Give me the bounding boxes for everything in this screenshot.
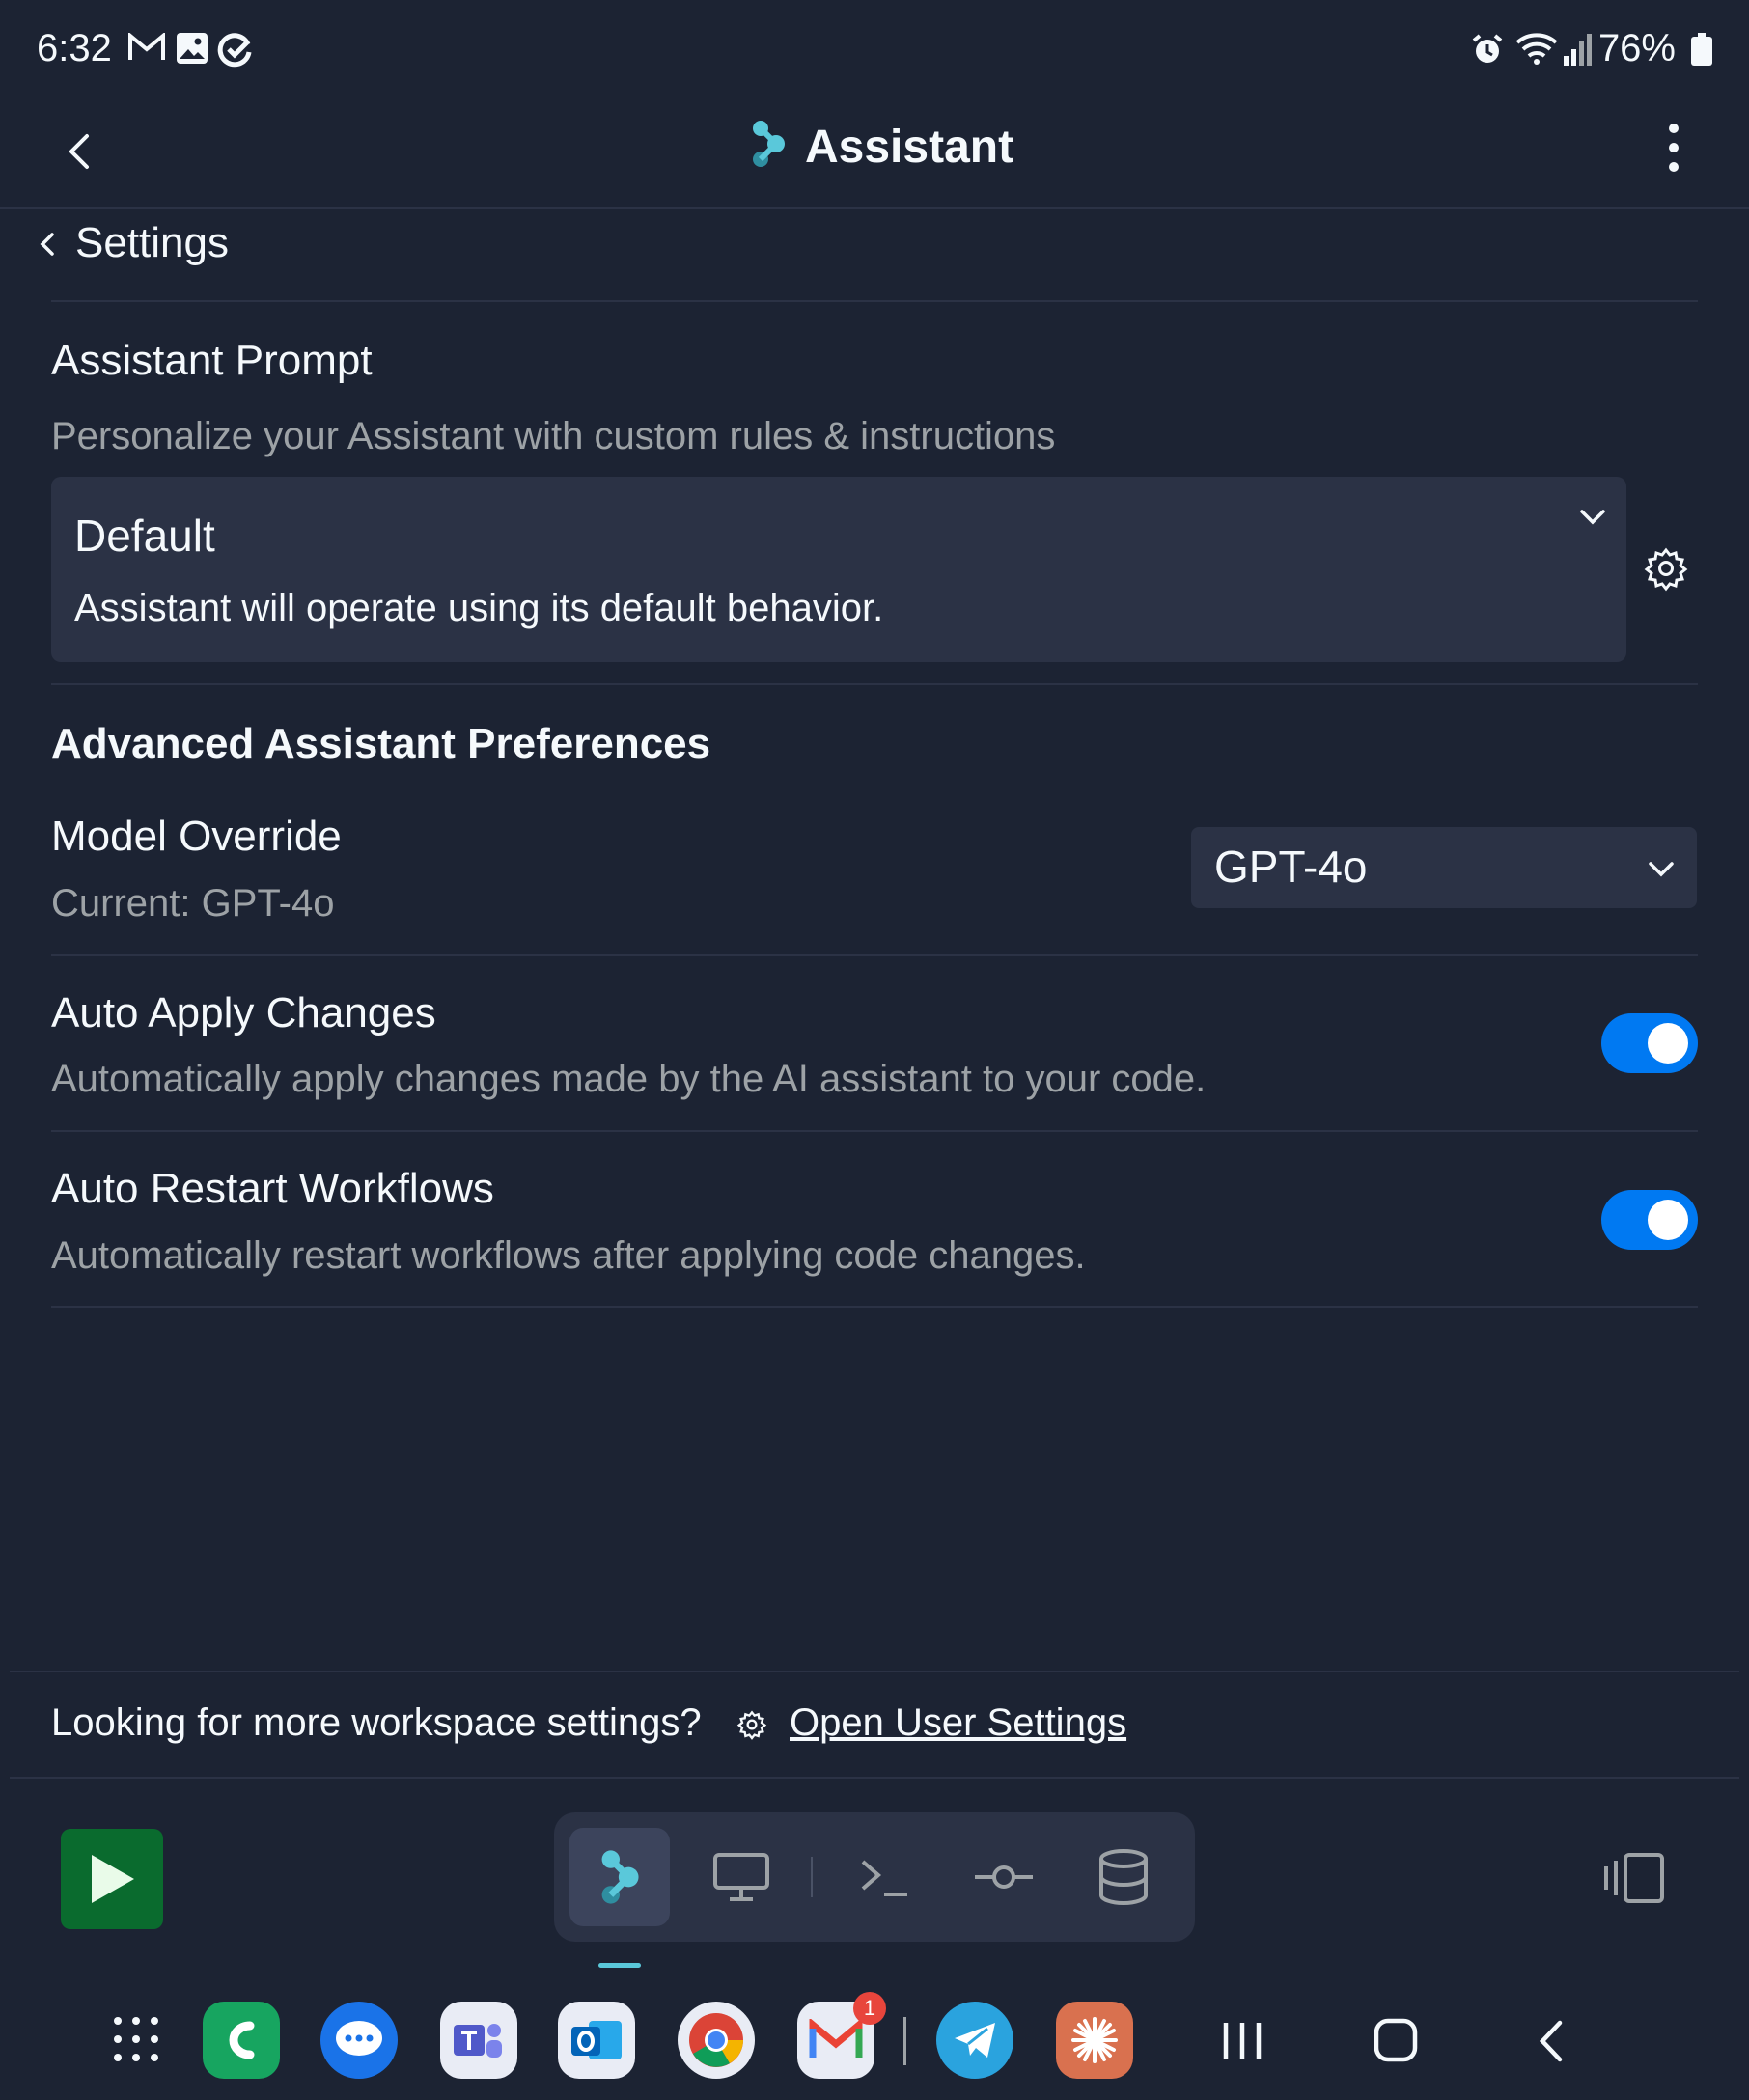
monitor-icon [713, 1853, 769, 1901]
alarm-icon [1471, 33, 1504, 66]
wifi-icon [1515, 33, 1558, 66]
auto-apply-description: Automatically apply changes made by the … [51, 1058, 1207, 1100]
chevron-down-icon [1645, 854, 1678, 883]
toolbar-shell-button[interactable] [834, 1828, 934, 1926]
auto-restart-label: Auto Restart Workflows [51, 1165, 494, 1212]
active-tool-indicator [598, 1963, 641, 1968]
prompt-settings-gear-icon[interactable] [1643, 545, 1689, 592]
dock-separator [903, 2017, 906, 2065]
dock-messages-icon[interactable] [320, 2002, 398, 2079]
prompt-section-title: Assistant Prompt [51, 337, 373, 384]
home-nav-icon[interactable] [1373, 2017, 1419, 2063]
recents-nav-icon[interactable] [1218, 2019, 1266, 2063]
toolbar-webview-button[interactable] [691, 1828, 791, 1926]
workspace-settings-question: Looking for more workspace settings? [51, 1701, 702, 1744]
toggle-knob [1648, 1023, 1688, 1064]
auto-apply-toggle[interactable] [1601, 1013, 1698, 1073]
open-user-settings-link[interactable]: Open User Settings [790, 1701, 1126, 1745]
breadcrumb-back-icon[interactable] [35, 227, 60, 262]
panel-layout-icon[interactable] [1602, 1851, 1666, 1905]
back-nav-icon[interactable] [1533, 2017, 1571, 2065]
status-bar: 6:32 76% [0, 0, 1749, 101]
gmail-notification-icon [127, 33, 166, 62]
advanced-section-title: Advanced Assistant Preferences [51, 720, 711, 767]
auto-restart-toggle[interactable] [1601, 1190, 1698, 1250]
chevron-down-icon [1576, 502, 1609, 531]
gallery-notification-icon [176, 32, 208, 65]
divider [51, 300, 1698, 302]
run-button[interactable] [61, 1829, 163, 1929]
divider [51, 954, 1698, 956]
auto-restart-description: Automatically restart workflows after ap… [51, 1234, 1086, 1277]
gmail-badge: 1 [853, 1992, 886, 2025]
app-drawer-icon[interactable] [112, 2015, 160, 2063]
toolbar-database-button[interactable] [1073, 1828, 1174, 1926]
sync-notification-icon [216, 30, 255, 69]
model-select-value: GPT-4o [1214, 842, 1368, 892]
dock-phone-app-icon[interactable] [203, 2002, 280, 2079]
toolbar-separator [811, 1857, 813, 1897]
dock-outlook-icon[interactable] [558, 2002, 635, 2079]
model-override-current: Current: GPT-4o [51, 882, 335, 925]
model-override-label: Model Override [51, 813, 342, 860]
prompt-selected-description: Assistant will operate using its default… [74, 587, 884, 629]
gear-icon [736, 1709, 767, 1740]
auto-apply-label: Auto Apply Changes [51, 989, 436, 1036]
divider [51, 683, 1698, 685]
terminal-icon [861, 1860, 907, 1896]
signal-icon [1564, 33, 1595, 66]
back-button[interactable] [52, 123, 110, 180]
battery-percent: 76% [1597, 27, 1676, 69]
dock-teams-icon[interactable] [440, 2002, 517, 2079]
battery-icon [1691, 33, 1712, 66]
breadcrumb[interactable]: Settings [75, 219, 229, 267]
assistant-icon [601, 1850, 639, 1904]
divider [51, 1130, 1698, 1132]
dock-telegram-icon[interactable] [936, 2002, 1013, 2079]
toolbar-assistant-button[interactable] [569, 1828, 670, 1926]
divider [51, 1306, 1698, 1308]
database-icon [1099, 1849, 1148, 1905]
workspace-settings-bar: Looking for more workspace settings? Ope… [10, 1671, 1739, 1779]
toolbar-git-button[interactable] [954, 1828, 1054, 1926]
play-icon [92, 1855, 134, 1903]
git-commit-icon [975, 1865, 1033, 1889]
prompt-select[interactable]: Default Assistant will operate using its… [51, 477, 1626, 662]
model-select[interactable]: GPT-4o [1191, 827, 1697, 908]
app-header: Assistant [0, 101, 1749, 209]
page-title: Assistant [805, 122, 1014, 173]
dock-chrome-icon[interactable] [678, 2002, 755, 2079]
more-options-icon[interactable] [1651, 119, 1697, 177]
toggle-knob [1648, 1200, 1688, 1240]
dock-claude-icon[interactable] [1056, 2002, 1133, 2079]
status-time: 6:32 [37, 27, 112, 69]
prompt-section-subtitle: Personalize your Assistant with custom r… [51, 415, 1056, 457]
assistant-logo-icon [749, 119, 788, 169]
prompt-selected-name: Default [74, 511, 215, 561]
workspace-toolbar [554, 1812, 1195, 1942]
